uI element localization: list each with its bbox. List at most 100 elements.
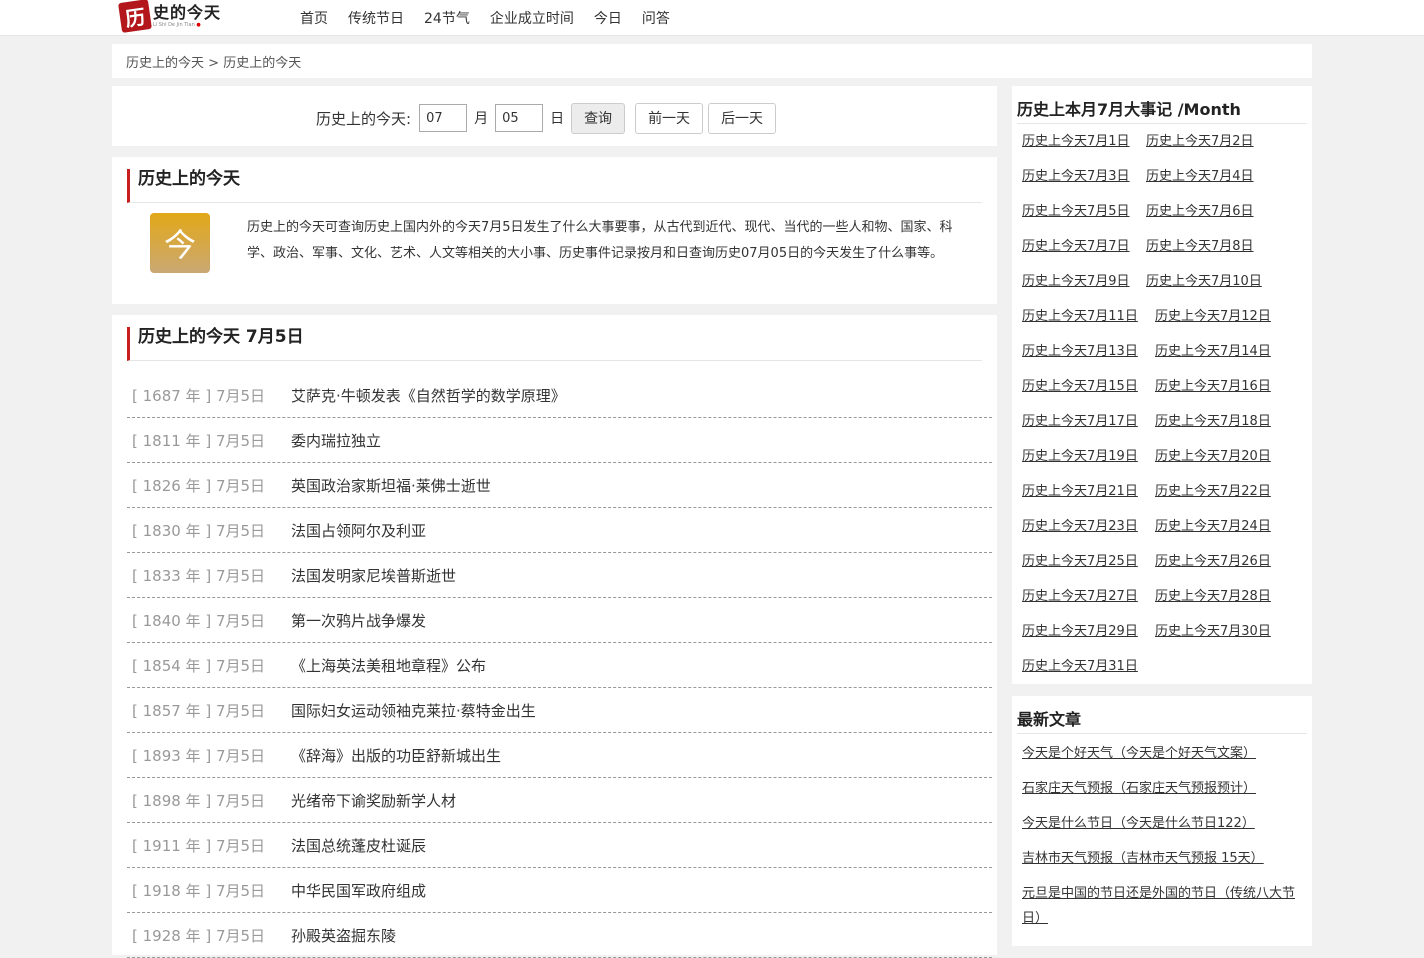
month-day-link[interactable]: 历史上今天7月30日 xyxy=(1155,622,1271,657)
month-day-link[interactable]: 历史上今天7月15日 xyxy=(1022,377,1145,412)
month-day-link[interactable]: 历史上今天7月29日 xyxy=(1022,622,1145,657)
event-row[interactable]: [ 1840 年 ] 7月5日 第一次鸦片战争爆发 xyxy=(127,598,992,643)
month-day-link[interactable]: 历史上今天7月1日 xyxy=(1022,132,1136,167)
logo-mark: 历 xyxy=(118,0,152,33)
month-day-link[interactable]: 历史上今天7月27日 xyxy=(1022,587,1145,622)
month-day-link[interactable]: 历史上今天7月28日 xyxy=(1155,587,1271,622)
event-title[interactable]: 法国发明家尼埃普斯逝世 xyxy=(291,565,456,586)
today-icon: 今 xyxy=(150,213,210,273)
nav-today[interactable]: 今日 xyxy=(594,8,622,28)
event-date: [ 1811 年 ] 7月5日 xyxy=(132,431,266,450)
event-row[interactable]: [ 1854 年 ] 7月5日 《上海英法美租地章程》公布 xyxy=(127,643,992,688)
site-logo[interactable]: 历 史的今天 Li Shi De Jin Tian ● xyxy=(118,0,221,33)
event-title[interactable]: 艾萨克·牛顿发表《自然哲学的数学原理》 xyxy=(291,385,566,406)
event-date: [ 1854 年 ] 7月5日 xyxy=(132,656,266,675)
month-day-link[interactable]: 历史上今天7月23日 xyxy=(1022,517,1145,552)
search-button[interactable]: 查询 xyxy=(571,102,626,134)
event-row[interactable]: [ 1893 年 ] 7月5日 《辞海》出版的功臣舒新城出生 xyxy=(127,733,992,778)
breadcrumb-current: 历史上的今天 xyxy=(223,56,302,71)
month-input[interactable] xyxy=(419,104,468,132)
event-title[interactable]: 国际妇女运动领袖克莱拉·蔡特金出生 xyxy=(291,700,536,721)
month-day-link[interactable]: 历史上今天7月24日 xyxy=(1155,517,1271,552)
day-unit: 日 xyxy=(550,111,565,127)
logo-pinyin: Li Shi De Jin Tian xyxy=(153,21,195,28)
event-row[interactable]: [ 1687 年 ] 7月5日 艾萨克·牛顿发表《自然哲学的数学原理》 xyxy=(127,373,992,418)
event-title[interactable]: 委内瑞拉独立 xyxy=(291,430,381,451)
event-row[interactable]: [ 1826 年 ] 7月5日 英国政治家斯坦福·莱佛士逝世 xyxy=(127,463,992,508)
nav-home[interactable]: 首页 xyxy=(300,8,328,28)
nav-solar-terms[interactable]: 24节气 xyxy=(424,8,470,28)
event-row[interactable]: [ 1928 年 ] 7月5日 孙殿英盗掘东陵 xyxy=(127,913,992,958)
month-day-link[interactable]: 历史上今天7月7日 xyxy=(1022,237,1136,272)
next-day-button[interactable]: 后一天 xyxy=(708,102,777,134)
event-date: [ 1893 年 ] 7月5日 xyxy=(132,746,266,765)
day-input[interactable] xyxy=(495,104,544,132)
event-row[interactable]: [ 1857 年 ] 7月5日 国际妇女运动领袖克莱拉·蔡特金出生 xyxy=(127,688,992,733)
month-day-link[interactable]: 历史上今天7月3日 xyxy=(1022,167,1136,202)
month-day-link[interactable]: 历史上今天7月17日 xyxy=(1022,412,1145,447)
news-link[interactable]: 元旦是中国的节日还是外国的节日（传统八大节日） xyxy=(1022,881,1302,931)
month-day-link[interactable]: 历史上今天7月8日 xyxy=(1146,237,1254,272)
prev-day-button[interactable]: 前一天 xyxy=(635,102,704,134)
month-day-link[interactable]: 历史上今天7月12日 xyxy=(1155,307,1271,342)
events-list: [ 1687 年 ] 7月5日 艾萨克·牛顿发表《自然哲学的数学原理》 [ 181… xyxy=(127,373,992,958)
main-nav: 首页 传统节日 24节气 企业成立时间 今日 问答 xyxy=(300,0,690,36)
event-title[interactable]: 法国总统蓬皮杜诞辰 xyxy=(291,835,426,856)
month-day-link[interactable]: 历史上今天7月19日 xyxy=(1022,447,1145,482)
events-section: 历史上的今天 7月5日 [ 1687 年 ] 7月5日 艾萨克·牛顿发表《自然哲学… xyxy=(112,315,997,958)
month-day-link[interactable]: 历史上今天7月14日 xyxy=(1155,342,1271,377)
sidebar-month-panel: 历史上本月7月大事记 /Month 历史上今天7月1日 历史上今天7月2日 历史… xyxy=(1012,86,1312,684)
month-day-link[interactable]: 历史上今天7月22日 xyxy=(1155,482,1271,517)
event-title[interactable]: 第一次鸦片战争爆发 xyxy=(291,610,426,631)
month-day-link[interactable]: 历史上今天7月4日 xyxy=(1146,167,1254,202)
event-row[interactable]: [ 1911 年 ] 7月5日 法国总统蓬皮杜诞辰 xyxy=(127,823,992,868)
event-title[interactable]: 孙殿英盗掘东陵 xyxy=(291,925,396,946)
event-title[interactable]: 法国占领阿尔及利亚 xyxy=(291,520,426,541)
month-day-link[interactable]: 历史上今天7月11日 xyxy=(1022,307,1145,342)
month-day-link[interactable]: 历史上今天7月10日 xyxy=(1146,272,1262,307)
event-row[interactable]: [ 1898 年 ] 7月5日 光绪帝下谕奖励新学人材 xyxy=(127,778,992,823)
breadcrumb-separator: > xyxy=(208,56,220,71)
month-day-link[interactable]: 历史上今天7月21日 xyxy=(1022,482,1145,517)
news-link[interactable]: 今天是什么节日（今天是什么节日122） xyxy=(1022,811,1302,836)
intro-section: 历史上的今天 今 历史上的今天可查询历史上国内外的今天7月5日发生了什么大事要事… xyxy=(112,157,997,304)
month-day-link[interactable]: 历史上今天7月13日 xyxy=(1022,342,1145,377)
news-link[interactable]: 今天是个好天气（今天是个好天气文案） xyxy=(1022,741,1302,766)
event-date: [ 1857 年 ] 7月5日 xyxy=(132,701,266,720)
event-title[interactable]: 《辞海》出版的功臣舒新城出生 xyxy=(291,745,501,766)
event-row[interactable]: [ 1830 年 ] 7月5日 法国占领阿尔及利亚 xyxy=(127,508,992,553)
nav-festivals[interactable]: 传统节日 xyxy=(348,8,404,28)
month-day-link[interactable]: 历史上今天7月18日 xyxy=(1155,412,1271,447)
query-label: 历史上的今天: xyxy=(316,109,412,128)
event-title[interactable]: 光绪帝下谕奖励新学人材 xyxy=(291,790,456,811)
event-date: [ 1898 年 ] 7月5日 xyxy=(132,791,266,810)
breadcrumb-home[interactable]: 历史上的今天 xyxy=(126,56,204,71)
event-date: [ 1928 年 ] 7月5日 xyxy=(132,926,266,945)
intro-description: 历史上的今天可查询历史上国内外的今天7月5日发生了什么大事要事，从古代到近代、现… xyxy=(247,220,953,261)
logo-dot-icon: ● xyxy=(196,21,201,28)
event-title[interactable]: 《上海英法美租地章程》公布 xyxy=(291,655,486,676)
sidebar-month-title: 历史上本月7月大事记 /Month xyxy=(1017,96,1307,124)
month-day-link[interactable]: 历史上今天7月9日 xyxy=(1022,272,1136,307)
event-row[interactable]: [ 1833 年 ] 7月5日 法国发明家尼埃普斯逝世 xyxy=(127,553,992,598)
news-link[interactable]: 石家庄天气预报（石家庄天气预报预计） xyxy=(1022,776,1302,801)
sidebar-news-title: 最新文章 xyxy=(1017,706,1307,734)
event-row[interactable]: [ 1811 年 ] 7月5日 委内瑞拉独立 xyxy=(127,418,992,463)
month-day-link[interactable]: 历史上今天7月20日 xyxy=(1155,447,1271,482)
breadcrumb: 历史上的今天 > 历史上的今天 xyxy=(112,44,1312,78)
event-title[interactable]: 英国政治家斯坦福·莱佛士逝世 xyxy=(291,475,491,496)
month-day-link[interactable]: 历史上今天7月16日 xyxy=(1155,377,1271,412)
nav-qa[interactable]: 问答 xyxy=(642,8,670,28)
event-title[interactable]: 中华民国军政府组成 xyxy=(291,880,426,901)
nav-company-founding[interactable]: 企业成立时间 xyxy=(490,8,574,28)
month-day-link[interactable]: 历史上今天7月26日 xyxy=(1155,552,1271,587)
event-date: [ 1911 年 ] 7月5日 xyxy=(132,836,266,855)
month-day-link[interactable]: 历史上今天7月2日 xyxy=(1146,132,1254,167)
month-day-link[interactable]: 历史上今天7月6日 xyxy=(1146,202,1254,237)
month-day-link[interactable]: 历史上今天7月5日 xyxy=(1022,202,1136,237)
news-link-list: 今天是个好天气（今天是个好天气文案） 石家庄天气预报（石家庄天气预报预计） 今天… xyxy=(1012,734,1312,931)
news-link[interactable]: 吉林市天气预报（吉林市天气预报 15天） xyxy=(1022,846,1302,871)
month-day-link[interactable]: 历史上今天7月31日 xyxy=(1022,657,1145,692)
month-day-link[interactable]: 历史上今天7月25日 xyxy=(1022,552,1145,587)
event-row[interactable]: [ 1918 年 ] 7月5日 中华民国军政府组成 xyxy=(127,868,992,913)
